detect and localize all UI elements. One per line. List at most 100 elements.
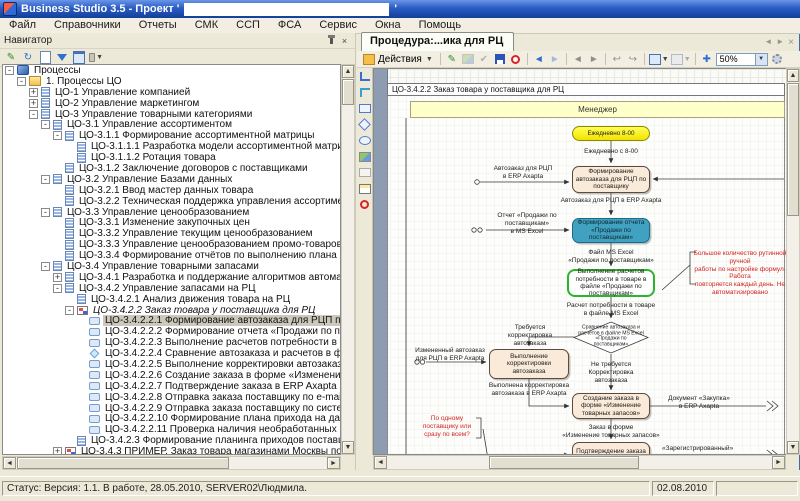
task-node-autoorder[interactable]: Формирование автозаказа для РЦП по поста…	[572, 166, 650, 193]
tree-item[interactable]: - Процессы	[3, 65, 340, 76]
apply-icon[interactable]: ✔	[477, 52, 491, 66]
window-list-icon[interactable]: ▼	[649, 52, 669, 66]
menu-item[interactable]: Файл	[0, 18, 45, 33]
process-shape-icon[interactable]	[359, 103, 371, 114]
decision-shape-icon[interactable]	[359, 119, 371, 130]
tree-item[interactable]: ЦО-3.1.1.1 Разработка модели ассортимент…	[3, 141, 340, 152]
print-icon[interactable]: ▼	[89, 51, 103, 64]
fit-icon[interactable]: ✚	[700, 52, 714, 66]
scroll-up-button[interactable]: ▲	[787, 69, 799, 82]
expand-toggle-icon[interactable]: -	[41, 175, 50, 184]
close-icon[interactable]: ×	[338, 35, 351, 47]
scroll-up-button[interactable]: ▲	[342, 65, 354, 78]
nav-forward-icon[interactable]: ►	[548, 52, 562, 66]
diagram-canvas[interactable]: ЦО-3.4.2.2 Заказ товара у поставщика для…	[373, 68, 786, 455]
alarm-icon[interactable]	[509, 52, 523, 66]
expand-toggle-icon[interactable]: +	[29, 88, 38, 97]
tree-item[interactable]: - ЦО-3.1.1 Формирование ассортиментной м…	[3, 130, 340, 141]
form-icon[interactable]	[38, 51, 52, 64]
save-icon[interactable]	[493, 52, 507, 66]
connector-tool-icon[interactable]	[359, 71, 371, 82]
tree-item[interactable]: + ЦО-3.4.1 Разработка и поддержание алго…	[3, 272, 340, 283]
task-node-correction[interactable]: Выполнение корректировки автозаказа	[489, 349, 569, 379]
decision-node-label[interactable]: Сравнение автозаказа и расчетов в файле …	[578, 325, 644, 347]
tree-item[interactable]: ЦО-3.4.2.2.3 Выполнение расчетов потребн…	[3, 337, 340, 348]
start-event-node[interactable]: Ежедневно 8-00	[572, 126, 650, 141]
window-icon[interactable]	[72, 51, 86, 64]
menu-item[interactable]: Окна	[366, 18, 410, 33]
expand-toggle-icon[interactable]: -	[41, 208, 50, 217]
tree-item[interactable]: ЦО-3.4.2.2.8 Отправка заказа поставщику …	[3, 392, 340, 403]
expand-toggle-icon[interactable]: -	[53, 131, 62, 140]
tree-item[interactable]: - ЦО-3.4 Управление товарными запасами	[3, 261, 340, 272]
pin-icon[interactable]	[325, 35, 338, 47]
scroll-right-button[interactable]: ►	[327, 457, 340, 469]
expand-toggle-icon[interactable]: -	[41, 262, 50, 271]
tree-hscroll-thumb[interactable]	[17, 457, 229, 469]
tree-vertical-scrollbar[interactable]: ▲ ▼	[341, 64, 355, 455]
scroll-down-button[interactable]: ▼	[342, 441, 354, 454]
tree-item[interactable]: ЦО-3.4.2.2.4 Сравнение автозаказа и расч…	[3, 348, 340, 359]
scroll-left-button[interactable]: ◄	[3, 457, 16, 469]
tree-item[interactable]: ЦО-3.2.1 Ввод мастер данных товара	[3, 185, 340, 196]
menu-item[interactable]: ССП	[227, 18, 269, 33]
tree-item[interactable]: - ЦО-3.3 Управление ценообразованием	[3, 207, 340, 218]
tab-scroll-right-icon[interactable]: ►	[776, 37, 784, 48]
tree-item[interactable]: ЦО-3.3.1 Изменение закупочных цен	[3, 217, 340, 228]
image-icon[interactable]	[461, 52, 475, 66]
refresh-icon[interactable]: ↻	[21, 51, 35, 64]
tree-item[interactable]: + ЦО-2 Управление маркетингом	[3, 98, 340, 109]
expand-toggle-icon[interactable]: -	[5, 66, 14, 75]
tree-item[interactable]: ЦО-3.4.2.3 Формирование планинга приходо…	[3, 435, 340, 446]
actions-button[interactable]: Действия ▼	[360, 52, 436, 66]
tree-horizontal-scrollbar[interactable]: ◄ ►	[2, 456, 341, 470]
tree-item[interactable]: ЦО-3.1.1.2 Ротация товара	[3, 152, 340, 163]
expand-toggle-icon[interactable]: -	[29, 110, 38, 119]
scroll-down-button[interactable]: ▼	[787, 441, 799, 454]
tree-item[interactable]: ЦО-3.4.2.2.11 Проверка наличия необработ…	[3, 424, 340, 435]
expand-toggle-icon[interactable]: +	[53, 273, 62, 282]
tree-item[interactable]: - ЦО-3.4.2 Управление запасами на РЦ	[3, 283, 340, 294]
tree-item[interactable]: ЦО-3.4.2.2.10 Формирование плана прихода…	[3, 414, 340, 425]
expand-toggle-icon[interactable]: +	[53, 447, 62, 455]
menu-item[interactable]: Помощь	[410, 18, 471, 33]
tree-item[interactable]: ЦО-3.4.2.2.5 Выполнение корректировки ав…	[3, 359, 340, 370]
window-list2-icon[interactable]: ▼	[671, 52, 691, 66]
tree-item[interactable]: ЦО-3.4.2.2.7 Подтверждение заказа в ERP …	[3, 381, 340, 392]
tree-vscroll-thumb[interactable]	[342, 79, 354, 105]
redo-icon[interactable]: ↪	[626, 52, 640, 66]
scroll-left-button[interactable]: ◄	[374, 456, 387, 469]
tree-item[interactable]: + ЦО-3.4.3 ПРИМЕР. Заказ товара магазина…	[3, 446, 340, 455]
tree-item[interactable]: ЦО-3.4.2.2.2 Формирование отчета «Продаж…	[3, 326, 340, 337]
scroll-right-button[interactable]: ►	[772, 456, 785, 469]
tree-item[interactable]: - ЦО-3.4.2.2 Заказ товара у поставщика д…	[3, 305, 340, 316]
filter-icon[interactable]	[55, 51, 69, 64]
tree-item[interactable]: ЦО-3.3.4 Формирование отчётов по выполне…	[3, 250, 340, 261]
tree-item[interactable]: ЦО-3.4.2.1 Анализ движения товара на РЦ	[3, 294, 340, 305]
expand-toggle-icon[interactable]: -	[65, 306, 74, 315]
zoom-select[interactable]: 50% ▼	[716, 53, 768, 66]
canvas-vscroll-thumb[interactable]	[787, 83, 799, 216]
tab-scroll-left-icon[interactable]: ◄	[764, 37, 772, 48]
menu-item[interactable]: Справочники	[45, 18, 130, 33]
tree-item[interactable]: ЦО-3.4.2.2.9 Отправка заказа поставщику …	[3, 403, 340, 414]
expand-toggle-icon[interactable]: +	[29, 99, 38, 108]
tree-item[interactable]: - ЦО-3.1 Управление ассортиментом	[3, 119, 340, 130]
tree-item[interactable]: + ЦО-1 Управление компанией	[3, 87, 340, 98]
task-node-create-order[interactable]: Создание заказа в форме «Изменение товар…	[572, 393, 650, 419]
tree-item[interactable]: ЦО-3.1.2 Заключение договоров с поставщи…	[3, 163, 340, 174]
expand-toggle-icon[interactable]: -	[53, 284, 62, 293]
tab-close-icon[interactable]: ×	[788, 37, 794, 48]
tree-item[interactable]: ЦО-3.2.2 Техническая поддержка управлени…	[3, 196, 340, 207]
edit-icon[interactable]: ✎	[4, 51, 18, 64]
prev-icon[interactable]: ◄	[571, 52, 585, 66]
canvas-horizontal-scrollbar[interactable]: ◄ ►	[373, 455, 786, 470]
tree-item[interactable]: ЦО-3.4.2.2.1 Формирование автозаказа для…	[3, 315, 340, 326]
event-shape-icon[interactable]	[359, 135, 371, 146]
expand-toggle-icon[interactable]: -	[41, 120, 50, 129]
canvas-hscroll-thumb[interactable]	[489, 456, 639, 469]
nav-back-icon[interactable]: ◄	[532, 52, 546, 66]
tree-item[interactable]: - ЦО-3.2 Управление Базами данных	[3, 174, 340, 185]
tree-item[interactable]: ЦО-3.3.2 Управление текущим ценообразова…	[3, 228, 340, 239]
task-node-confirm-order[interactable]: Подтверждение заказа в ERP Axapta	[572, 442, 650, 455]
